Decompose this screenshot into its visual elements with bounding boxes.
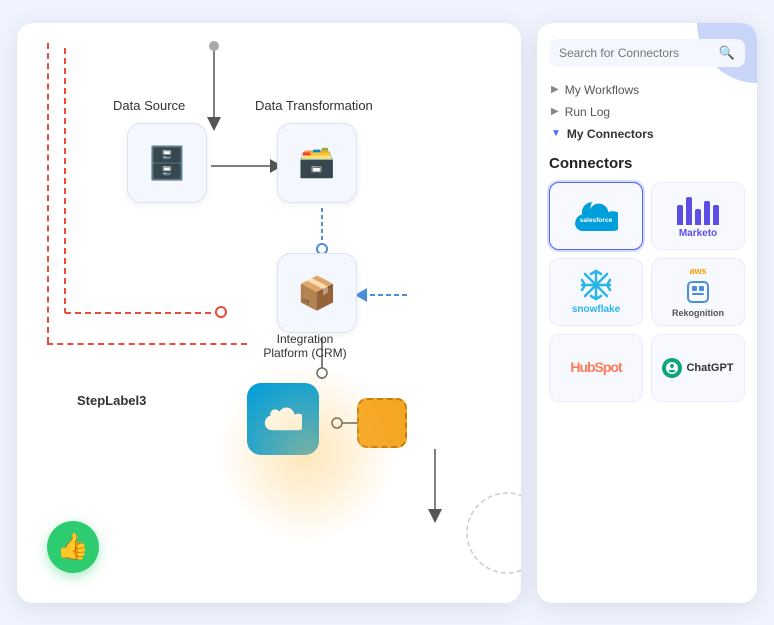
connector-card-marketo[interactable]: Marketo [651, 182, 745, 250]
snowflake-icon [580, 269, 612, 301]
nav-item-runlog[interactable]: ▶ Run Log [551, 101, 743, 123]
search-icon: 🔍 [719, 45, 735, 61]
label-crm: Integration Platform (CRM) [255, 318, 355, 360]
node-transform[interactable]: 🗃️ [277, 123, 357, 203]
right-panel: 🔍 ▶ My Workflows ▶ Run Log ▼ My Connecto… [537, 23, 757, 603]
connector-card-chatgpt[interactable]: ChatGPT [651, 334, 745, 402]
chatgpt-logo: ChatGPT [662, 358, 733, 378]
search-input[interactable] [559, 46, 719, 60]
aws-label: aws [689, 266, 706, 276]
main-container: Data Source Data Transformation 🗄️ 🗃️ 📦 … [17, 23, 757, 603]
transform-icon: 🗃️ [298, 145, 335, 180]
chatgpt-svg [665, 361, 679, 375]
salesforce-cloud-svg: salesforce [574, 201, 618, 231]
connectors-grid: salesforce Marketo [549, 182, 745, 402]
hubspot-logo: HubSpot [570, 359, 621, 376]
connectors-section: Connectors salesforce [537, 149, 757, 414]
node-orange[interactable] [357, 398, 407, 448]
salesforce-logo: salesforce [574, 201, 618, 231]
nav-arrow-connectors: ▼ [551, 128, 561, 139]
panel-search-bar[interactable]: 🔍 [549, 39, 745, 67]
database-icon: 🗄️ [147, 144, 187, 182]
thumbs-up-badge: 👍 [47, 521, 99, 573]
node-datasource[interactable]: 🗄️ [127, 123, 207, 203]
nav-arrow-workflows: ▶ [551, 84, 559, 95]
label-transform: Data Transformation [255, 98, 373, 113]
rekognition-label: Rekognition [672, 308, 724, 318]
panel-nav: ▶ My Workflows ▶ Run Log ▼ My Connectors [537, 75, 757, 149]
connector-card-hubspot[interactable]: HubSpot [549, 334, 643, 402]
canvas-area: Data Source Data Transformation 🗄️ 🗃️ 📦 … [17, 23, 521, 603]
nav-item-workflows[interactable]: ▶ My Workflows [551, 79, 743, 101]
connector-card-snowflake[interactable]: snowflake [549, 258, 643, 326]
label-steplabel: StepLabel3 [77, 393, 146, 408]
nav-arrow-runlog: ▶ [551, 106, 559, 117]
top-dot [209, 41, 219, 51]
label-datasource: Data Source [113, 98, 185, 113]
cube-icon: 📦 [297, 274, 337, 312]
node-salesforce[interactable] [247, 383, 319, 455]
svg-text:salesforce: salesforce [580, 217, 613, 224]
salesforce-cloud-icon [264, 406, 302, 432]
red-connector-dot [215, 306, 227, 318]
nav-item-connectors[interactable]: ▼ My Connectors [551, 123, 743, 145]
snowflake-label: snowflake [572, 304, 620, 315]
connector-card-rekognition[interactable]: aws Rekognition [651, 258, 745, 326]
connectors-title: Connectors [549, 155, 745, 172]
rekognition-icon [684, 278, 712, 306]
chatgpt-icon [662, 358, 682, 378]
marketo-logo [677, 193, 719, 225]
marketo-label: Marketo [679, 228, 717, 239]
salesforce-node-inner [247, 383, 319, 455]
connector-card-salesforce[interactable]: salesforce [549, 182, 643, 250]
